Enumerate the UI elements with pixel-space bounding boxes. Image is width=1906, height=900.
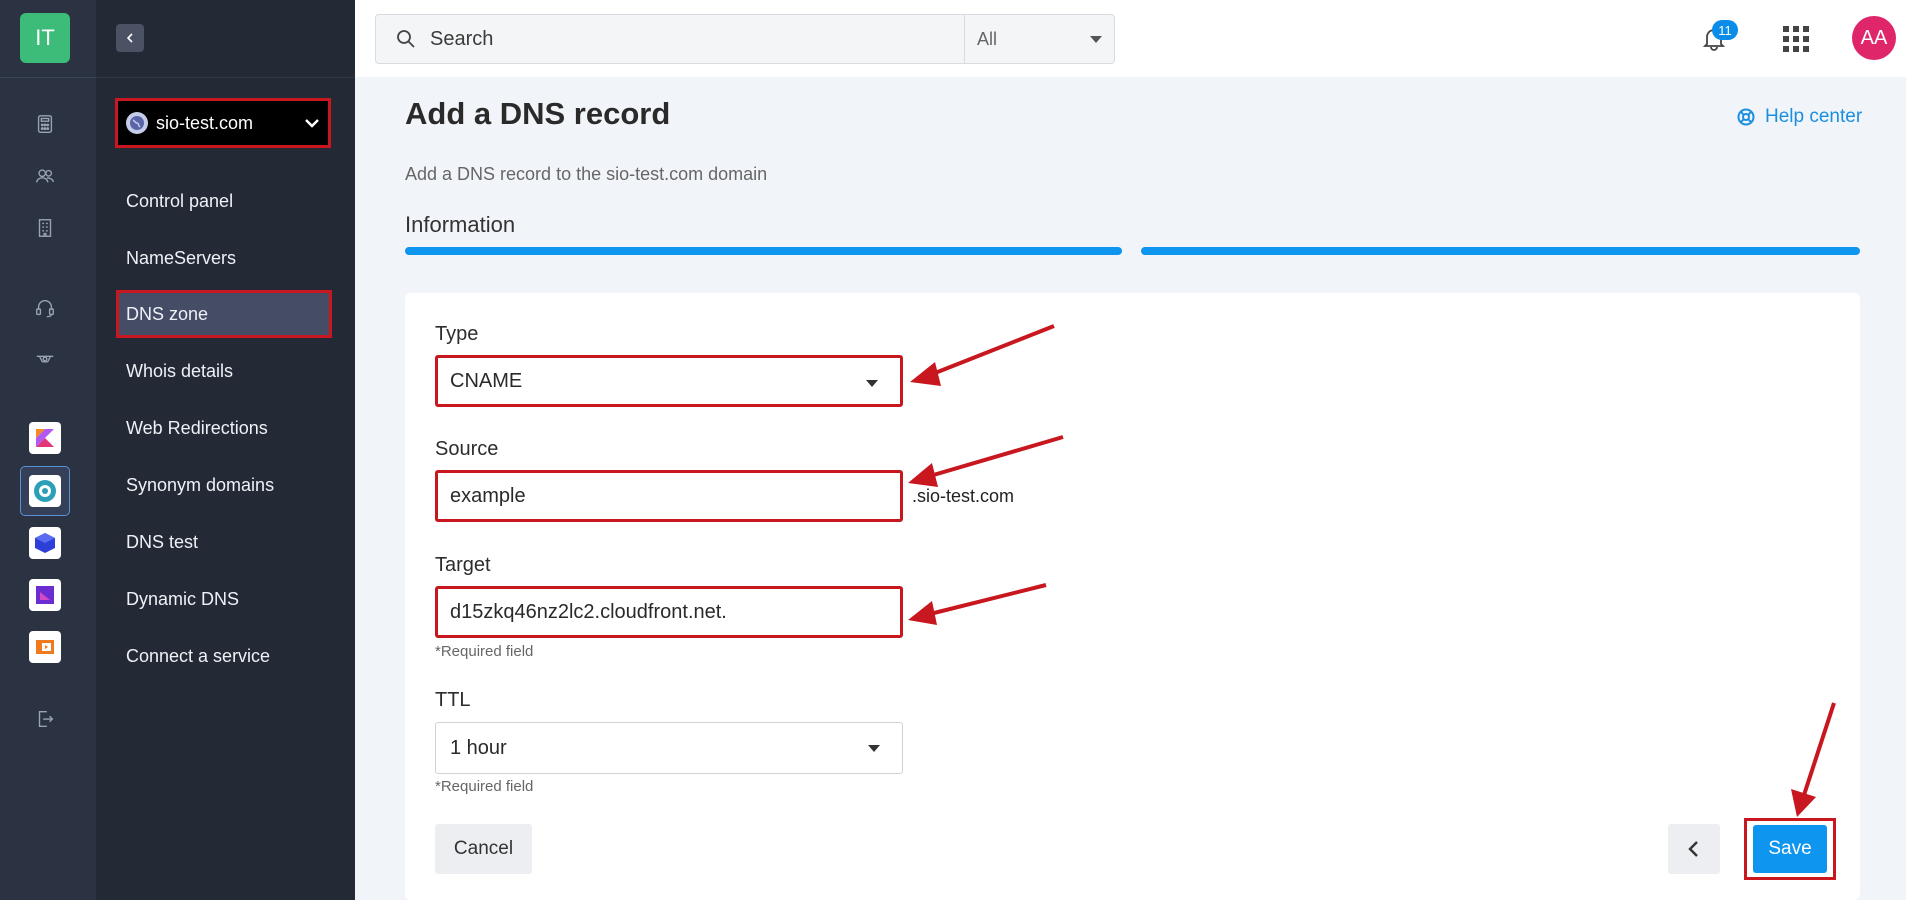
ttl-label: TTL [435,689,471,711]
caret-down-icon [866,380,878,387]
search-scope-select[interactable]: All [964,15,1114,63]
source-label: Source [435,438,499,460]
cancel-button[interactable]: Cancel [435,824,532,874]
chevron-left-icon [126,33,133,43]
search-bar: Search All [375,14,1115,64]
section-title: Information [405,212,516,237]
search-placeholder: Search [430,27,494,50]
icon-rail: IT [0,0,96,900]
lifebuoy-icon [1737,108,1755,126]
page-subtitle: Add a DNS record to the sio-test.com dom… [405,164,768,184]
nav-item-nameservers[interactable]: NameServers [116,234,332,282]
domain-app-icon[interactable] [29,475,61,507]
caret-down-icon [1090,36,1102,43]
target-input[interactable]: d15zkq46nz2lc2.cloudfront.net. [435,586,903,638]
target-value: d15zkq46nz2lc2.cloudfront.net. [450,600,727,623]
type-label: Type [435,323,479,345]
save-highlight: Save [1744,818,1836,880]
chevron-left-icon [1688,841,1698,857]
target-label: Target [435,554,491,576]
nav-item-dns-test[interactable]: DNS test [116,518,332,566]
search-input[interactable]: Search [376,15,964,63]
search-scope-value: All [977,28,998,49]
chevron-down-icon [305,119,319,128]
badge-icon[interactable] [28,342,62,376]
users-icon[interactable] [28,159,62,193]
kotlin-app-icon[interactable] [29,422,61,454]
target-required-note: *Required field [435,643,534,660]
apps-grid-icon[interactable] [1783,26,1809,52]
avatar[interactable]: AA [1852,16,1896,60]
page-title: Add a DNS record [405,96,671,131]
cube-app-icon[interactable] [29,527,61,559]
nav-item-control-panel[interactable]: Control panel [116,177,332,225]
progress-step-2 [1141,247,1860,255]
domain-nav: sio-test.com Control panel NameServers D… [96,0,355,900]
help-center-link[interactable]: Help center [1737,106,1862,128]
logout-icon[interactable] [28,702,62,736]
nav-item-dns-zone[interactable]: DNS zone [116,290,332,338]
type-select[interactable]: CNAME [435,355,903,407]
slides-app-icon[interactable] [29,631,61,663]
source-domain-suffix: .sio-test.com [912,486,1015,506]
collapse-sidebar-button[interactable] [116,24,144,52]
type-value: CNAME [450,369,523,392]
nav-divider [96,77,355,78]
headset-icon[interactable] [28,291,62,325]
ttl-select[interactable]: 1 hour [435,722,903,774]
nav-item-synonym-domains[interactable]: Synonym domains [116,461,332,509]
nav-item-whois-details[interactable]: Whois details [116,347,332,395]
calculator-icon[interactable] [28,107,62,141]
caret-down-icon [868,745,880,752]
domain-selector[interactable]: sio-test.com [115,98,331,148]
media-app-icon[interactable] [29,579,61,611]
globe-icon [126,112,148,134]
progress-step-1 [405,247,1122,255]
save-button[interactable]: Save [1753,825,1827,873]
back-button[interactable] [1668,824,1720,874]
domain-name: sio-test.com [156,112,254,133]
notification-badge: 11 [1712,20,1738,40]
app-logo[interactable]: IT [20,13,70,63]
nav-item-connect-a-service[interactable]: Connect a service [116,632,332,680]
ttl-value: 1 hour [450,736,507,759]
nav-item-web-redirections[interactable]: Web Redirections [116,404,332,452]
top-bar: Search All 11 AA [355,0,1906,77]
source-input[interactable]: example [435,470,903,522]
building-icon[interactable] [28,211,62,245]
help-center-label: Help center [1765,106,1863,127]
ttl-required-note: *Required field [435,778,534,795]
notifications-button[interactable]: 11 [1700,20,1738,54]
source-value: example [450,484,526,507]
nav-item-dynamic-dns[interactable]: Dynamic DNS [116,575,332,623]
search-icon [397,30,415,48]
rail-divider [0,77,96,78]
